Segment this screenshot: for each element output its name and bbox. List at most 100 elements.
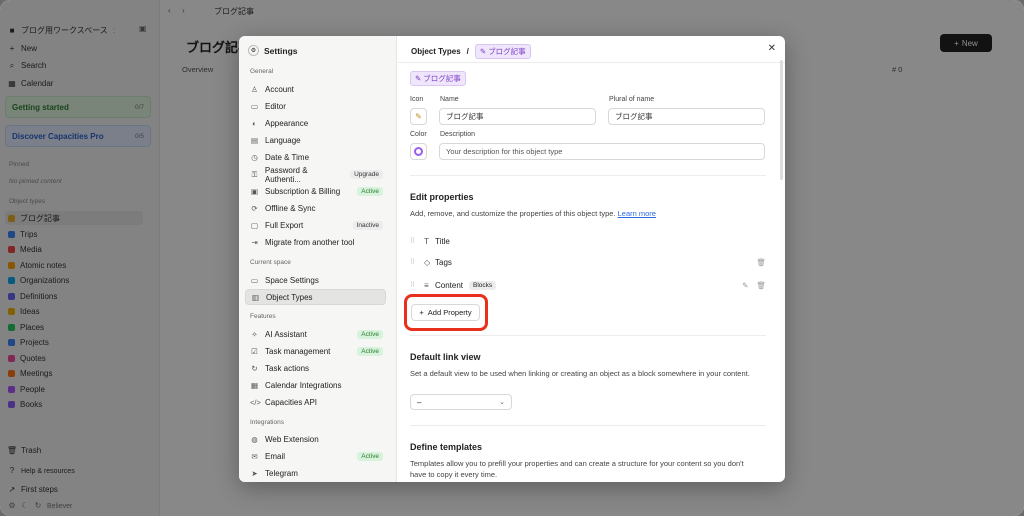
- close-icon[interactable]: ✕: [768, 43, 776, 54]
- blocks-tag: Blocks: [469, 280, 497, 290]
- settings-nav-item[interactable]: ⇥ Migrate from another tool: [245, 235, 386, 251]
- settings-nav-item[interactable]: ☑ Task management Active: [245, 343, 386, 359]
- name-label: Name: [440, 96, 459, 103]
- settings-title: ⚙ Settings: [248, 45, 298, 56]
- settings-nav-label: Offline & Sync: [265, 204, 316, 214]
- lock-icon: ⚿: [251, 169, 258, 179]
- property-row-title[interactable]: ⠿ T Title: [410, 233, 766, 249]
- plus-icon: +: [419, 308, 424, 317]
- description-field[interactable]: Your description for this object type: [439, 143, 765, 160]
- settings-modal: ⚙ Settings General ♙ Account ▭ Editor ◐ Appear…: [239, 36, 785, 482]
- settings-group-heading: Current space: [250, 259, 291, 266]
- sync-icon: ⟳: [251, 204, 258, 214]
- drag-handle-icon[interactable]: ⠿: [410, 237, 424, 245]
- telegram-icon: ➤: [251, 469, 258, 479]
- settings-nav-label: Appearance: [265, 118, 309, 128]
- settings-nav-item[interactable]: ▢ Full Export Inactive: [245, 218, 386, 234]
- drag-handle-icon[interactable]: ⠿: [410, 281, 424, 289]
- default-link-desc: Set a default view to be used when linki…: [410, 369, 750, 378]
- text-icon: T: [424, 236, 429, 246]
- delete-icon[interactable]: 🗑: [756, 258, 766, 267]
- settings-nav-item[interactable]: ➤ Telegram: [245, 466, 386, 482]
- settings-nav-item[interactable]: ✧ AI Assistant Active: [245, 326, 386, 342]
- description-label: Description: [440, 131, 476, 138]
- status-badge: Active: [357, 187, 383, 197]
- learn-more-link[interactable]: Learn more: [618, 209, 656, 218]
- monitor-icon: ▭: [250, 275, 259, 285]
- code-icon: </>: [250, 398, 261, 408]
- settings-nav-item[interactable]: ↻ Task actions: [245, 360, 386, 376]
- divider: [410, 425, 766, 426]
- templates-desc: Templates allow you to prefill your prop…: [410, 459, 744, 479]
- email-icon: ✉: [251, 452, 258, 462]
- settings-nav-item[interactable]: ▦ Calendar Integrations: [245, 378, 386, 394]
- settings-nav-label: Password & Authenti...: [264, 165, 308, 184]
- settings-group-heading: General: [250, 68, 274, 75]
- scrollbar[interactable]: [780, 60, 783, 180]
- settings-nav-item[interactable]: ⟳ Offline & Sync: [245, 201, 386, 217]
- list-icon: ≡: [424, 280, 429, 290]
- tag-icon: ◇: [424, 257, 431, 267]
- delete-icon[interactable]: 🗑: [756, 281, 766, 290]
- editor-icon: ▭: [250, 101, 259, 111]
- settings-nav-item[interactable]: ▭ Space Settings: [245, 272, 386, 288]
- plural-field[interactable]: ブログ記事: [608, 108, 765, 125]
- settings-group-heading: Features: [250, 313, 276, 321]
- settings-nav-label: Calendar Integrations: [265, 381, 342, 390]
- billing-icon: ▣: [250, 187, 259, 197]
- appearance-icon: ◐: [252, 118, 257, 128]
- settings-nav-item[interactable]: ▥ Object Types: [245, 289, 386, 306]
- status-badge: Upgrade: [350, 170, 383, 179]
- name-field[interactable]: ブログ記事: [439, 108, 596, 125]
- add-property-button[interactable]: + Add Property: [411, 304, 480, 321]
- settings-nav-label: Object Types: [266, 292, 313, 302]
- property-row-tags[interactable]: ⠿ ◇ Tags 🗑: [410, 254, 766, 270]
- settings-nav-label: Task actions: [265, 363, 310, 373]
- settings-nav-item[interactable]: ♙ Account: [245, 81, 386, 97]
- breadcrumb-object-types[interactable]: Object Types: [411, 47, 461, 56]
- note-icon: ✎: [479, 47, 487, 56]
- settings-nav-item[interactable]: ◐ Appearance: [245, 115, 386, 131]
- default-link-select[interactable]: – ⌄: [410, 394, 512, 410]
- color-picker[interactable]: [410, 143, 427, 160]
- settings-nav-item[interactable]: ✉ Email Active: [245, 449, 386, 465]
- color-label: Color: [410, 131, 427, 138]
- migrate-icon: ⇥: [251, 238, 258, 248]
- ai-icon: ✧: [251, 329, 258, 339]
- settings-nav-label: Editor: [265, 101, 286, 111]
- settings-nav-item[interactable]: </> Capacities API: [245, 395, 386, 411]
- property-row-content[interactable]: ⠿ ≡ Content Blocks ✎ 🗑: [410, 277, 766, 293]
- clock-icon: ◷: [251, 152, 258, 162]
- settings-title-text: Settings: [264, 45, 298, 56]
- drag-handle-icon[interactable]: ⠿: [410, 258, 424, 266]
- icon-picker[interactable]: ✎: [410, 108, 427, 125]
- settings-nav-label: Space Settings: [265, 275, 319, 285]
- description-placeholder: Your description for this object type: [446, 147, 563, 156]
- settings-nav-item[interactable]: ▭ Editor: [245, 98, 386, 114]
- status-badge: Active: [357, 329, 383, 339]
- task-icon: ☑: [251, 346, 258, 356]
- property-label: Content: [435, 280, 464, 290]
- add-property-label: Add Property: [427, 308, 472, 317]
- property-label: Title: [435, 236, 450, 246]
- property-label: Tags: [435, 257, 452, 267]
- icon-label: Icon: [410, 96, 424, 103]
- settings-nav-item[interactable]: ◷ Date & Time: [245, 149, 386, 165]
- settings-nav-item[interactable]: ▣ Subscription & Billing Active: [245, 184, 386, 200]
- chip-label: ブログ記事: [423, 74, 461, 83]
- settings-nav-item[interactable]: ◍ Web Extension: [245, 432, 386, 448]
- settings-nav-item[interactable]: ▤ Language: [245, 132, 386, 148]
- settings-nav-item[interactable]: ⚿ Password & Authenti... Upgrade: [245, 165, 386, 184]
- settings-nav-label: Email: [265, 452, 286, 462]
- divider: [410, 335, 766, 336]
- settings-group-heading: Integrations: [250, 418, 284, 426]
- settings-nav: ⚙ Settings General ♙ Account ▭ Editor ◐ Appear…: [239, 36, 397, 482]
- settings-nav-label: Language: [265, 135, 301, 145]
- default-link-heading: Default link view: [410, 352, 481, 362]
- settings-nav-label: Date & Time: [265, 152, 310, 162]
- breadcrumb: Object Types / ✎ ブログ記事: [411, 44, 531, 59]
- templates-heading: Define templates: [410, 442, 483, 452]
- settings-nav-label: Subscription & Billing: [265, 187, 341, 197]
- export-icon: ▢: [250, 221, 259, 231]
- edit-icon[interactable]: ✎: [742, 281, 748, 290]
